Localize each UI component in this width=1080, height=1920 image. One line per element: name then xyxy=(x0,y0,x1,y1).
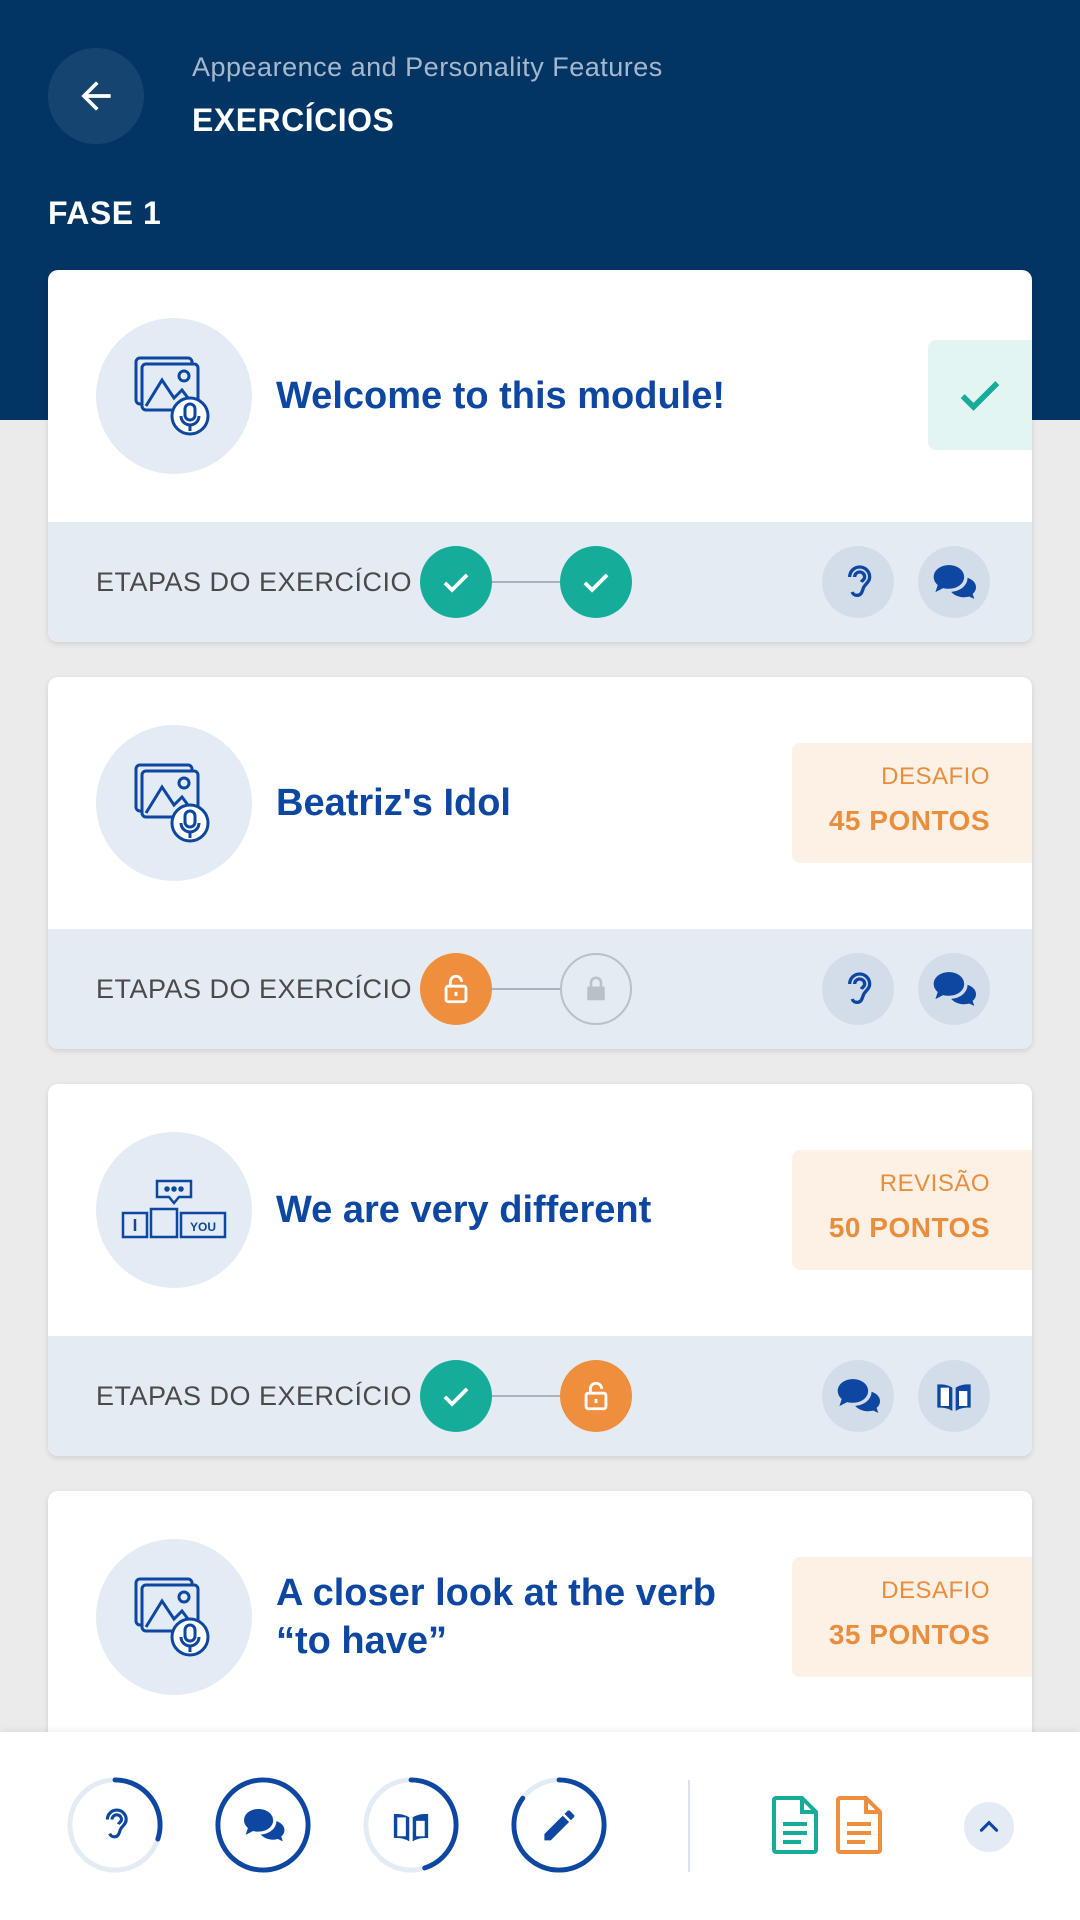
speaking-progress-button[interactable] xyxy=(214,1776,312,1874)
unlock-icon xyxy=(444,974,468,1004)
points-badge: DESAFIO 45 PONTOS xyxy=(792,743,1032,863)
completed-badge xyxy=(928,340,1032,450)
steps-label: ETAPAS DO EXERCÍCIO xyxy=(96,566,413,597)
exercise-card[interactable]: Beatriz's Idol DESAFIO 45 PONTOS ETAPAS … xyxy=(48,677,1032,1049)
module-subtitle: Appearence and Personality Features xyxy=(192,52,663,82)
exercise-title: Welcome to this module! xyxy=(276,375,726,417)
toolbar-divider xyxy=(688,1780,690,1872)
check-icon xyxy=(443,1387,469,1407)
reading-progress-button[interactable] xyxy=(362,1776,460,1874)
badge-kind: REVISÃO xyxy=(879,1170,990,1197)
orange-document-icon[interactable] xyxy=(834,1794,884,1856)
check-icon xyxy=(443,573,469,593)
badge-points: 45 PONTOS xyxy=(828,805,990,836)
page-title: EXERCÍCIOS xyxy=(192,102,395,138)
step-locked xyxy=(560,953,632,1025)
sentence-builder-icon: YOU xyxy=(96,1132,252,1288)
phase-label: FASE 1 xyxy=(48,195,162,231)
bottom-toolbar xyxy=(0,1732,1080,1920)
lock-icon xyxy=(587,976,605,1001)
back-button[interactable] xyxy=(48,48,144,144)
pencil-icon xyxy=(544,1810,575,1841)
unlock-icon xyxy=(584,1381,608,1411)
ear-icon xyxy=(848,565,872,597)
step-completed[interactable] xyxy=(560,546,632,618)
listening-skill xyxy=(822,953,894,1025)
badge-points: 35 PONTOS xyxy=(828,1619,990,1650)
badge-kind: DESAFIO xyxy=(881,1577,990,1604)
image-speaking-icon xyxy=(96,725,252,881)
chat-icon xyxy=(837,1379,880,1413)
points-badge: REVISÃO 50 PONTOS xyxy=(792,1150,1032,1270)
listening-progress-button[interactable] xyxy=(66,1776,164,1874)
image-speaking-icon xyxy=(96,318,252,474)
step-unlocked[interactable] xyxy=(420,953,492,1025)
writing-progress-button[interactable] xyxy=(510,1776,608,1874)
chat-icon xyxy=(933,565,976,599)
speaking-skill xyxy=(918,953,990,1025)
badge-points: 50 PONTOS xyxy=(828,1212,990,1243)
ear-icon xyxy=(848,972,872,1004)
exercise-card[interactable]: Welcome to this module! ETAPAS DO EXERCÍ… xyxy=(48,270,1032,642)
svg-text:YOU: YOU xyxy=(190,1220,216,1234)
book-icon xyxy=(392,1813,430,1842)
exercise-title: A closer look at the verb “to have” xyxy=(276,1572,716,1662)
exercise-title: We are very different xyxy=(276,1189,652,1231)
check-icon xyxy=(960,381,1000,411)
points-badge: DESAFIO 35 PONTOS xyxy=(792,1557,1032,1677)
exercise-card[interactable]: YOU We are very different REVISÃO 50 PON… xyxy=(48,1084,1032,1456)
speaking-skill xyxy=(822,1360,894,1432)
step-connector xyxy=(492,1395,560,1397)
step-connector xyxy=(492,581,560,583)
green-document-icon[interactable] xyxy=(770,1794,820,1856)
exercise-title: Beatriz's Idol xyxy=(276,782,511,824)
chat-icon xyxy=(244,1808,285,1842)
step-connector xyxy=(492,988,560,990)
step-completed[interactable] xyxy=(420,1360,492,1432)
check-icon xyxy=(583,573,609,593)
step-unlocked[interactable] xyxy=(560,1360,632,1432)
speaking-skill xyxy=(918,546,990,618)
listening-skill xyxy=(822,546,894,618)
steps-label: ETAPAS DO EXERCÍCIO xyxy=(96,973,413,1004)
reading-skill xyxy=(918,1360,990,1432)
chevron-up-icon xyxy=(979,1820,999,1832)
ear-icon xyxy=(105,1808,128,1839)
steps-label: ETAPAS DO EXERCÍCIO xyxy=(96,1380,413,1411)
chat-icon xyxy=(933,972,976,1006)
step-completed[interactable] xyxy=(420,546,492,618)
badge-kind: DESAFIO xyxy=(881,763,990,790)
book-icon xyxy=(935,1384,973,1411)
image-speaking-icon xyxy=(96,1539,252,1695)
expand-up-button[interactable] xyxy=(964,1802,1014,1852)
arrow-left-icon xyxy=(81,81,111,111)
